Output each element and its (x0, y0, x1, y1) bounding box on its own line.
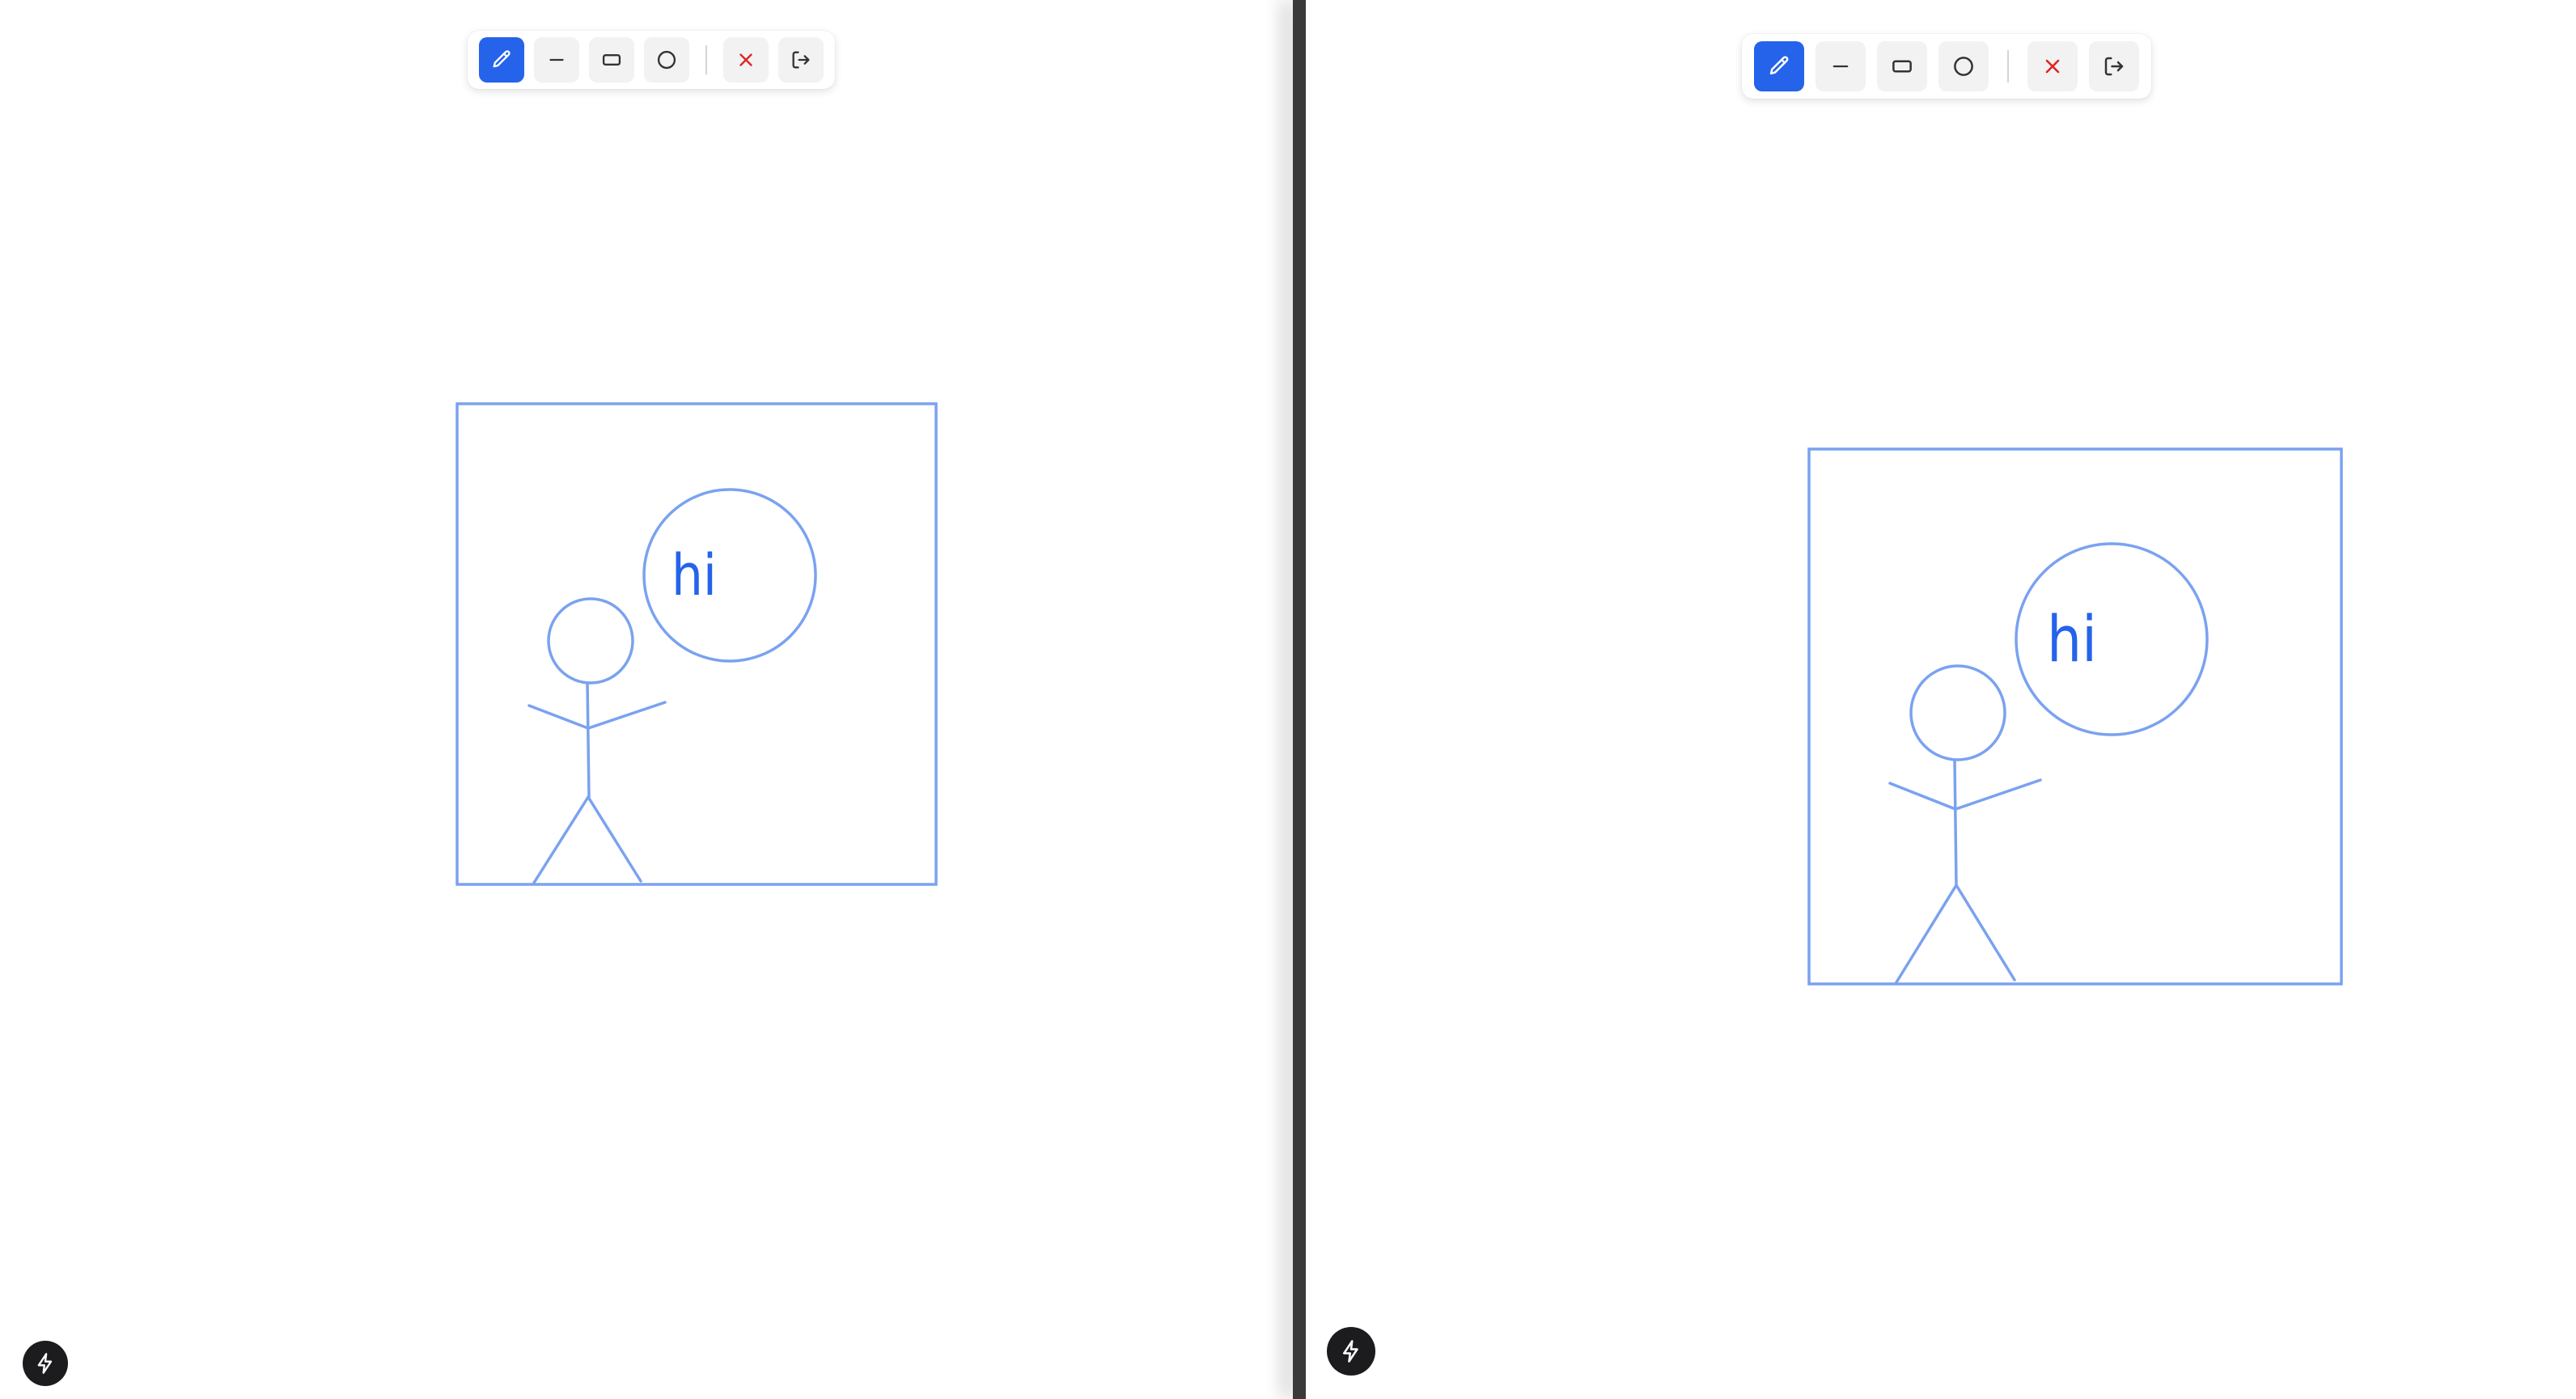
right-window: hi (1306, 0, 2576, 1399)
drawn-rectangle (455, 402, 938, 886)
stick-figure-body (586, 681, 591, 799)
dev-indicator-button[interactable] (1327, 1327, 1375, 1376)
left-window: hi (0, 0, 1293, 1399)
drawn-stick-figure (1888, 664, 2042, 984)
drawing-canvas[interactable]: hi (0, 0, 1293, 1399)
drawn-rectangle (1807, 447, 2343, 986)
lightning-bolt-icon (1343, 1340, 1358, 1363)
screen: hi hi (0, 0, 2576, 1399)
stick-figure-arms (527, 701, 667, 730)
drawn-stick-figure (527, 597, 667, 884)
speech-text: hi (672, 542, 717, 608)
lightning-bolt-icon (37, 1353, 53, 1374)
stick-figure-head (1909, 664, 2006, 761)
drawn-speech-circle (642, 488, 817, 663)
dev-indicator-button[interactable] (23, 1341, 68, 1386)
drawn-speech-circle (2015, 542, 2209, 736)
window-divider (1293, 0, 1306, 1399)
drawing-canvas[interactable]: hi (1306, 0, 2576, 1399)
speech-text: hi (2047, 604, 2097, 676)
stick-figure-arms (1888, 778, 2042, 811)
stick-figure-legs (532, 794, 642, 884)
stick-figure-head (547, 597, 634, 685)
stick-figure-body (1953, 758, 1958, 887)
stick-figure-legs (1895, 882, 2016, 984)
